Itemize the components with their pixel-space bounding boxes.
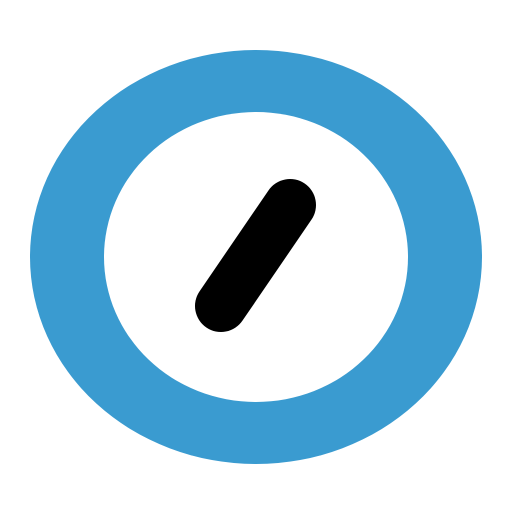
- app-logo-icon: [0, 0, 512, 512]
- app-logo: [0, 0, 512, 512]
